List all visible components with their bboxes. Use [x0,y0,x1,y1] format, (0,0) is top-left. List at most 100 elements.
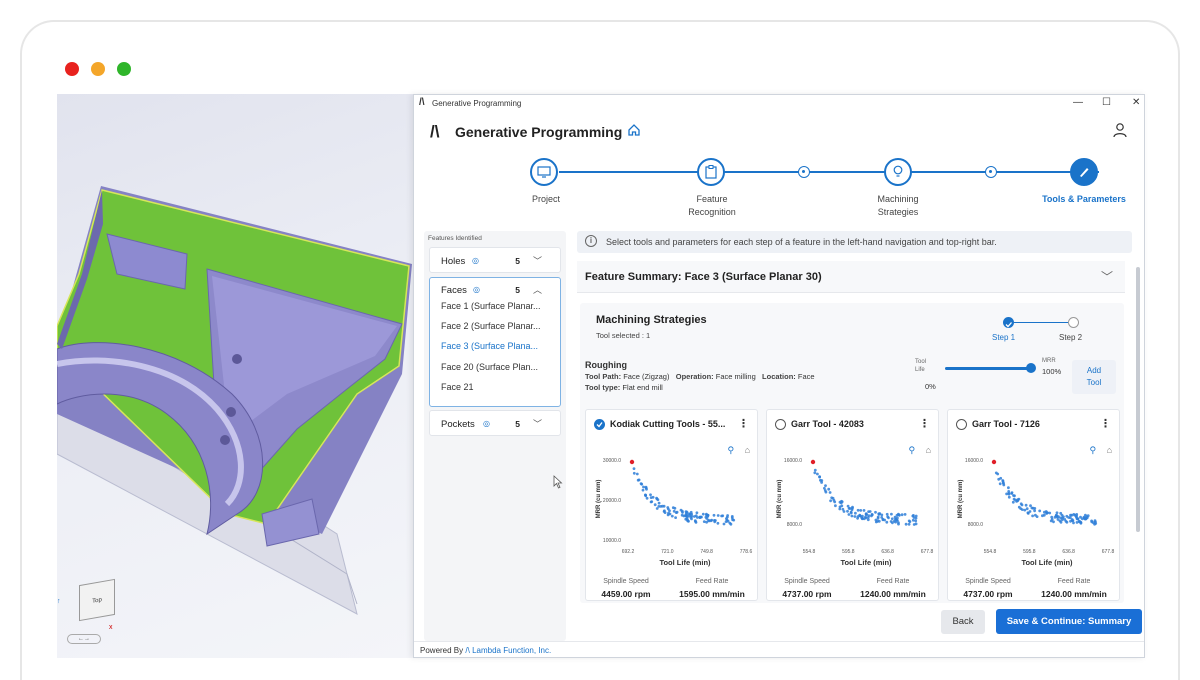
axis-x-icon: x [109,624,113,631]
face-item[interactable]: Face 2 (Surface Planar... [441,321,541,331]
step-2-dot-icon[interactable] [1068,317,1079,328]
app-title: Generative Programming [455,124,623,140]
chevron-down-icon[interactable]: ﹀ [1101,268,1113,285]
radio-icon[interactable] [956,419,967,430]
close-dot[interactable] [65,62,79,76]
back-button[interactable]: Back [941,610,985,634]
close-icon[interactable]: ✕ [1132,97,1140,108]
view-cube[interactable]: Top [79,578,115,622]
scatter-point [850,514,854,518]
face-item[interactable]: Face 20 (Surface Plan... [441,362,538,372]
scatter-point [1031,514,1034,518]
machining-strategies-panel: Machining Strategies Tool selected : 1 S… [580,303,1124,603]
feed-rate-value: 1240.00 mm/min [1041,589,1107,599]
feed-rate-label: Feed Rate [876,578,910,585]
step-machining-strategies[interactable] [884,158,912,186]
scatter-point [655,496,658,500]
user-icon[interactable] [1112,122,1128,143]
scatter-point [874,510,877,514]
scatter-point [864,513,868,516]
scatter-point [644,493,647,497]
face-item[interactable]: Face 21 [441,382,474,392]
scatter-point [1026,511,1030,515]
group-faces-label: Faces [441,285,467,296]
more-vert-icon[interactable]: ⋮ [738,417,749,430]
scatter-point [851,506,854,510]
roughing-details: Roughing Tool Path: Face (Zigzag) Operat… [585,360,815,393]
group-faces[interactable]: Faces ◎ 5 ︿ Face 1 (Surface Planar... Fa… [429,277,561,407]
scatter-point [862,517,866,521]
tool-path-value: Face (Zigzag) [623,372,670,381]
step-tools-parameters[interactable] [1070,158,1098,186]
scatter-point [890,512,893,516]
view-cube-label: Top [92,597,102,605]
scatter-point [862,509,866,512]
face-item[interactable]: Face 1 (Surface Planar... [441,301,541,311]
chevron-down-icon[interactable]: ﹀ [533,254,542,267]
scatter-point [699,515,703,519]
scatter-point [853,515,857,518]
step-feature-recognition[interactable] [697,158,725,186]
scatter-point [1010,491,1014,494]
scrollbar[interactable] [1136,267,1140,532]
tool-card[interactable]: Kodiak Cutting Tools - 55... ⋮ ⚲ ⌂ 30000… [585,409,758,601]
scatter-point [674,511,678,514]
pan-arrows-icon[interactable]: ←→ [67,634,101,644]
scatter-point [1025,507,1029,511]
x-axis-title: Tool Life (min) [1021,558,1073,567]
scatter-point [1007,495,1011,499]
chevron-up-icon[interactable]: ︿ [533,283,542,296]
slider-thumb[interactable] [1026,363,1036,373]
scatter-point [1069,513,1072,517]
feature-summary-header[interactable]: Feature Summary: Face 3 (Surface Planar … [577,261,1125,293]
selected-radio-icon[interactable] [594,419,605,430]
scatter-point [1084,513,1087,517]
tool-life-mrr-slider[interactable]: Tool Life 0% MRR 100% [915,358,1061,393]
maximize-icon[interactable]: ☐ [1102,97,1111,108]
chevron-down-icon[interactable]: ﹀ [533,417,542,430]
step-1-label[interactable]: Step 1 [992,333,1015,342]
slider-track [945,367,1033,370]
company-name[interactable]: Lambda Function, Inc. [472,646,551,655]
scatter-point [641,488,645,492]
zoom-dot[interactable] [117,62,131,76]
tool-card[interactable]: Garr Tool - 7126 ⋮ ⚲ ⌂ 16000.0 8000.0 554.… [947,409,1120,601]
scatter-point [642,485,645,489]
add-tool-button[interactable]: Add Tool [1072,360,1116,394]
scatter-point [896,519,899,522]
scatter-point [870,513,874,516]
scatter-point [645,496,649,500]
scatter-point [854,511,857,515]
radio-icon[interactable] [775,419,786,430]
save-continue-button[interactable]: Save & Continue: Summary [996,609,1142,634]
x-tick-label: 595.8 [842,549,855,555]
tradeoff-chart: 16000.0 8000.0 554.8 595.8 636.8 677.8 Tool Li… [958,458,1114,567]
group-pockets[interactable]: Pockets ◎ 5 ﹀ [429,410,561,436]
step-2-label[interactable]: Step 2 [1059,333,1082,342]
scatter-point [886,515,890,519]
more-vert-icon[interactable]: ⋮ [919,417,930,430]
cad-viewport[interactable]: Top ↑ x ←→ [57,94,417,658]
tool-card[interactable]: Garr Tool - 42083 ⋮ ⚲ ⌂ 16000.0 8000.0 554… [766,409,939,601]
scatter-point [632,467,636,470]
step-1-check-icon[interactable] [1003,317,1014,328]
minimize-icon[interactable]: — [1073,97,1083,108]
operation-value: Face milling [715,372,756,381]
step-project[interactable] [530,158,558,186]
wizard-stepper: Project Feature Recognition Machining St… [414,155,1144,225]
feed-rate-label: Feed Rate [695,578,729,585]
scatter-point [878,512,882,515]
more-vert-icon[interactable]: ⋮ [1100,417,1111,430]
home-icon[interactable] [627,123,641,142]
step-connector-dot [798,166,810,178]
group-faces-count: 5 [515,285,520,295]
y-tick-label: 16000.0 [965,458,983,464]
scatter-point [694,521,698,524]
minimize-dot[interactable] [91,62,105,76]
group-holes[interactable]: Holes ◎ 5 ﹀ [429,247,561,273]
face-item-selected[interactable]: Face 3 (Surface Plana... [441,341,538,351]
scatter-point [1045,512,1048,515]
window-title: Generative Programming [432,99,522,108]
scatter-point [637,478,641,482]
scatter-point [666,513,670,517]
